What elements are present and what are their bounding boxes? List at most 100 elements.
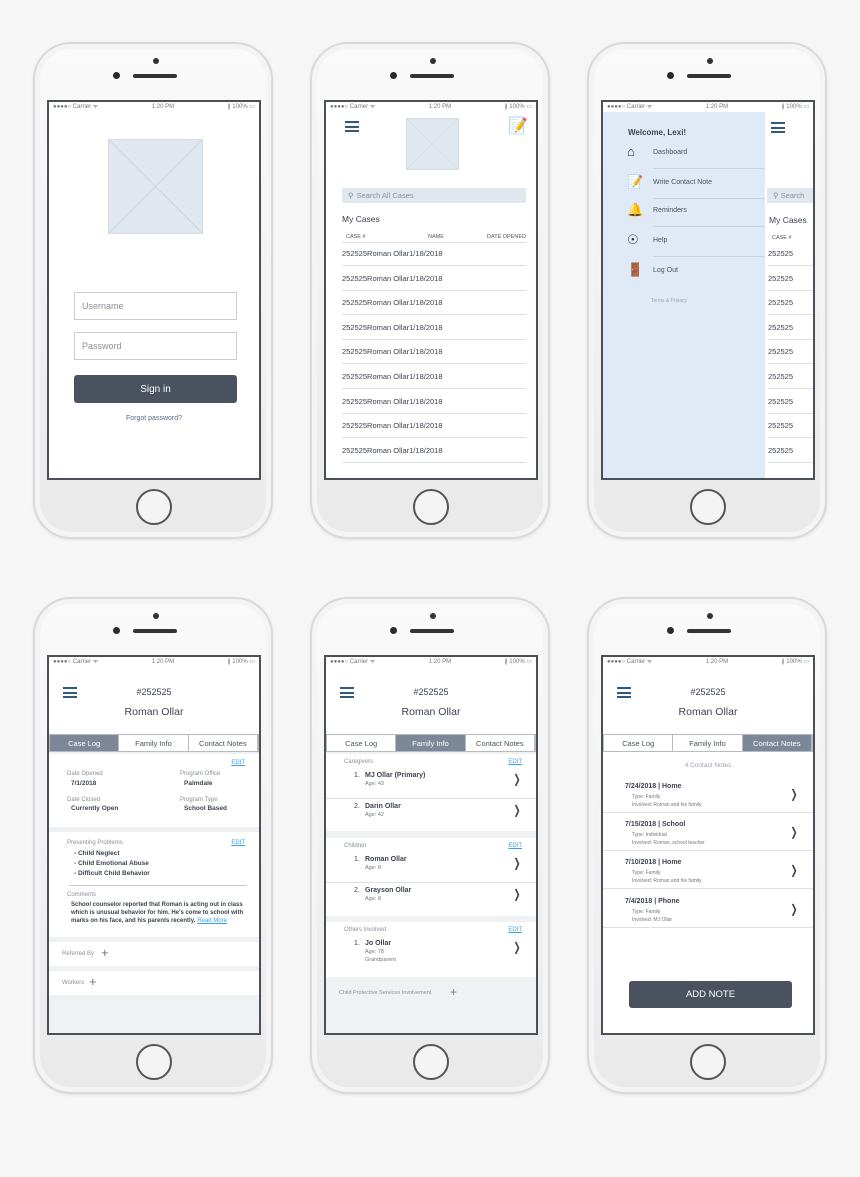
menu-item-log-out[interactable]: 🚪 Log Out [627, 262, 765, 288]
edit-link[interactable]: EDIT [508, 759, 522, 765]
workers-row[interactable]: Workers + [49, 971, 259, 995]
chevron-right-icon[interactable]: ❯ [790, 787, 797, 801]
status-bar: ●●●●○ Carrier ᯤ 1:20 PM ∦ 100% ▭ [326, 657, 536, 667]
add-icon[interactable]: + [450, 985, 457, 999]
logo-placeholder [108, 139, 203, 234]
screen: ●●●●○ Carrier ᯤ 1:20 PM ∦ 100% ▭ #252525 Rom… [324, 655, 538, 1035]
table-row[interactable]: 252525 Roman Ollar 1/18/2018 [342, 316, 526, 340]
table-row[interactable]: 252525 [768, 316, 813, 340]
comments-text: School counselor reported that Roman is … [71, 901, 246, 925]
person-item[interactable]: 1. MJ Ollar (Primary) Age: 43 ❯ [326, 768, 536, 799]
note-involved: Involved: Roman and his family [632, 878, 702, 885]
table-row[interactable]: 252525 [768, 242, 813, 266]
home-button[interactable] [136, 1044, 172, 1080]
cell: Roman Ollar [367, 298, 410, 308]
tab-2[interactable]: Contact Notes [188, 735, 258, 751]
tab-1[interactable]: Family Info [396, 735, 466, 751]
person-item[interactable]: 2. Darin Ollar Age: 42 ❯ [326, 799, 536, 830]
edit-link[interactable]: EDIT [508, 927, 522, 933]
table-row[interactable]: 252525 [768, 340, 813, 365]
contact-note-item[interactable]: 7/10/2018 | Home Type: Family Involved: Ro… [603, 851, 813, 890]
table-row[interactable]: 252525 [768, 291, 813, 316]
sensor [667, 627, 674, 634]
table-row[interactable]: 252525 [768, 267, 813, 291]
status-bar: ●●●●○ Carrier ᯤ 1:20 PM ∦ 100% ▭ [326, 102, 536, 112]
table-row[interactable]: 252525 [768, 390, 813, 414]
tab-2[interactable]: Contact Notes [465, 735, 535, 751]
person-item[interactable]: 1. Jo Ollar Age: 78 Grandparent ❯ [326, 936, 536, 974]
add-note-button[interactable]: ADD NOTE [629, 981, 792, 1008]
cell: 252525 [342, 347, 368, 357]
tab-0[interactable]: Case Log [327, 735, 397, 751]
table-row[interactable]: 252525 [768, 439, 813, 463]
divider [653, 226, 765, 227]
home-button[interactable] [690, 489, 726, 525]
hamburger-menu-icon[interactable] [345, 121, 359, 132]
welcome-text: Welcome, Lexi! [628, 128, 687, 137]
chevron-right-icon[interactable]: ❯ [513, 772, 520, 786]
chevron-right-icon[interactable]: ❯ [513, 887, 520, 901]
table-row[interactable]: 252525 Roman Ollar 1/18/2018 [342, 340, 526, 365]
table-row[interactable]: 252525 Roman Ollar 1/18/2018 [342, 414, 526, 439]
column-header[interactable]: CASE # [342, 234, 406, 240]
carrier: ●●●●○ Carrier ᯤ [53, 659, 99, 665]
menu-item-write-contact-note[interactable]: 📝 Write Contact Note [627, 174, 765, 200]
menu-item-reminders[interactable]: 🔔 Reminders [627, 202, 765, 228]
chevron-right-icon[interactable]: ❯ [513, 940, 520, 954]
column-header[interactable]: NAME [406, 234, 466, 240]
edit-link[interactable]: EDIT [508, 843, 522, 849]
table-row[interactable]: 252525 Roman Ollar 1/18/2018 [342, 242, 526, 266]
read-more-link[interactable]: Read More [197, 918, 227, 924]
column-header[interactable]: CASE # [772, 235, 792, 241]
home-button[interactable] [413, 1044, 449, 1080]
person-item[interactable]: 1. Roman Ollar Age: 8 ❯ [326, 852, 536, 883]
table-row[interactable]: 252525 Roman Ollar 1/18/2018 [342, 267, 526, 291]
table-row[interactable]: 252525 Roman Ollar 1/18/2018 [342, 365, 526, 389]
front-camera [707, 58, 713, 64]
tab-0[interactable]: Case Log [604, 735, 674, 751]
search-input[interactable]: ⚲ Search All Cases [342, 188, 526, 203]
column-header[interactable]: DATE OPENED [466, 234, 526, 240]
tab-1[interactable]: Family Info [119, 735, 189, 751]
chevron-right-icon[interactable]: ❯ [790, 825, 797, 839]
chevron-right-icon[interactable]: ❯ [513, 803, 520, 817]
others-card: Others Involved EDIT 1. Jo Ollar Age: 78 Gran… [326, 922, 536, 977]
search-input[interactable]: ⚲ Search [767, 188, 813, 203]
referred-by-row[interactable]: Referred By + [49, 942, 259, 966]
home-button[interactable] [413, 489, 449, 525]
cps-label: Child Protective Services Involvement [339, 990, 432, 996]
person-item[interactable]: 2. Grayson Ollar Age: 8 ❯ [326, 883, 536, 914]
add-icon[interactable]: + [89, 974, 97, 989]
password-input[interactable]: Password [74, 332, 237, 360]
terms-link[interactable]: Terms & Privacy [603, 298, 735, 304]
sign-in-button[interactable]: Sign in [74, 375, 237, 403]
table-row[interactable]: 252525 [768, 365, 813, 389]
menu-item-help[interactable]: ☉ Help [627, 232, 765, 258]
table-row[interactable]: 252525 [768, 414, 813, 439]
note-title: 7/10/2018 | Home [625, 859, 682, 867]
contact-note-item[interactable]: 7/15/2018 | School Type: Individual Involv… [603, 813, 813, 852]
note-title: 7/4/2018 | Phone [625, 897, 680, 905]
chevron-right-icon[interactable]: ❯ [790, 902, 797, 916]
username-input[interactable]: Username [74, 292, 237, 320]
table-row[interactable]: 252525 Roman Ollar 1/18/2018 [342, 439, 526, 463]
home-button[interactable] [690, 1044, 726, 1080]
contact-note-item[interactable]: 7/24/2018 | Home Type: Family Involved: Ro… [603, 775, 813, 813]
table-row[interactable]: 252525 Roman Ollar 1/18/2018 [342, 291, 526, 316]
chevron-right-icon[interactable]: ❯ [790, 863, 797, 877]
write-note-icon[interactable]: 📝 [508, 116, 528, 136]
contact-note-item[interactable]: 7/4/2018 | Phone Type: Family Involved: MJ… [603, 890, 813, 928]
forgot-password-link[interactable]: Forgot password? [49, 415, 259, 422]
tab-2[interactable]: Contact Notes [742, 735, 812, 751]
add-icon[interactable]: + [101, 945, 109, 960]
tab-0[interactable]: Case Log [50, 735, 120, 751]
home-button[interactable] [136, 489, 172, 525]
edit-link[interactable]: EDIT [231, 840, 245, 846]
table-row[interactable]: 252525 Roman Ollar 1/18/2018 [342, 390, 526, 414]
hamburger-menu-icon[interactable] [771, 122, 785, 133]
tab-1[interactable]: Family Info [673, 735, 743, 751]
menu-item-dashboard[interactable]: ⌂ Dashboard [627, 144, 765, 170]
chevron-right-icon[interactable]: ❯ [513, 856, 520, 870]
edit-link[interactable]: EDIT [231, 760, 245, 766]
speaker [133, 74, 177, 78]
